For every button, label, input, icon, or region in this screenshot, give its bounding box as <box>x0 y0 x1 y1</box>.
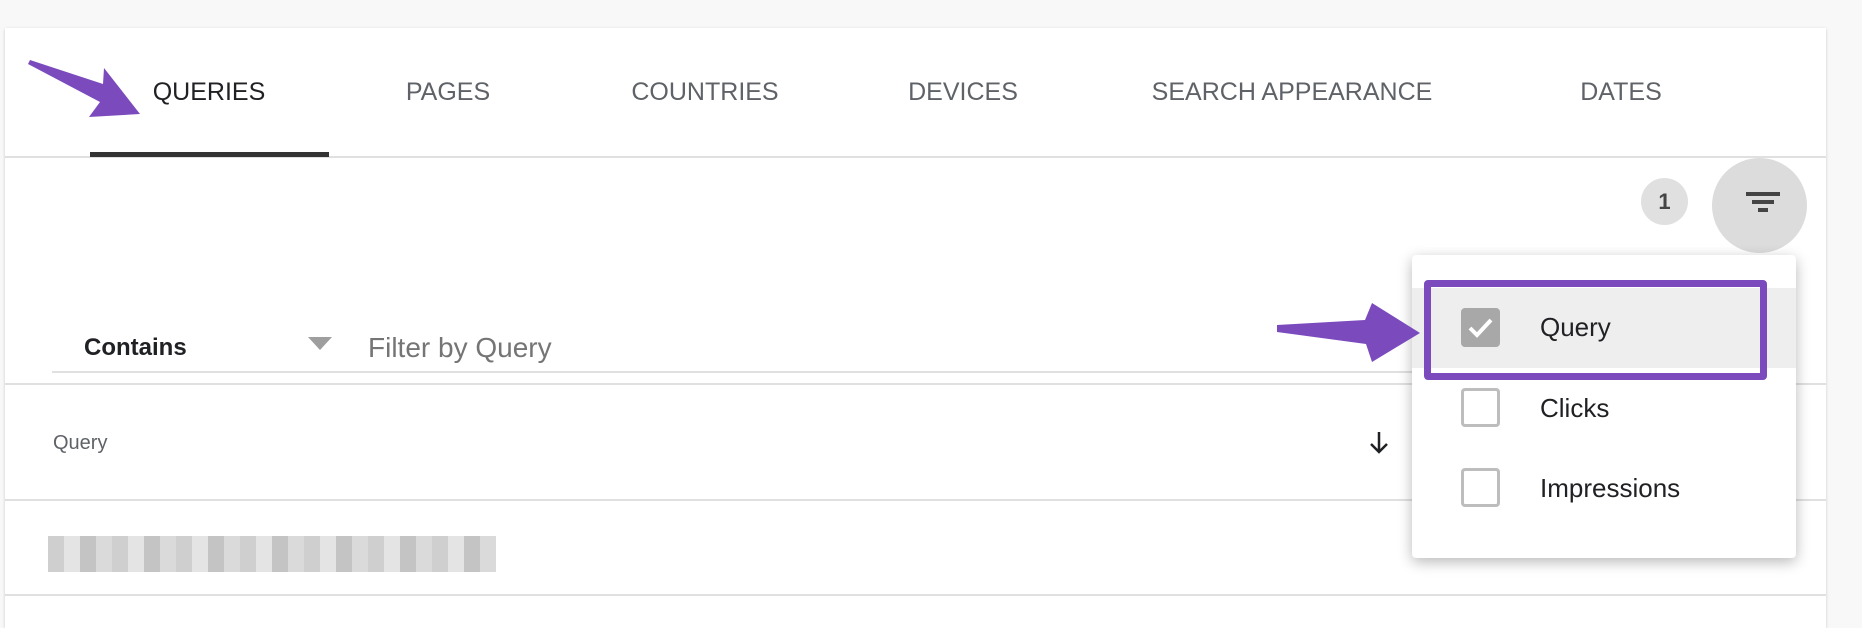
tab-search-appearance[interactable]: SEARCH APPEARANCE <box>1152 78 1433 107</box>
checkbox-clicks[interactable] <box>1461 388 1500 427</box>
arrow-down-icon[interactable] <box>1368 430 1390 456</box>
menu-item-label: Clicks <box>1540 393 1610 423</box>
filter-operator-select[interactable]: Contains <box>84 334 187 362</box>
menu-item-impressions[interactable]: Impressions <box>1412 448 1796 528</box>
active-tab-indicator <box>90 152 329 157</box>
column-header-query[interactable]: Query <box>53 432 107 455</box>
blurred-query-row[interactable] <box>48 536 496 572</box>
tab-devices[interactable]: DEVICES <box>908 78 1018 107</box>
checkbox-impressions[interactable] <box>1461 468 1500 507</box>
tab-dates[interactable]: DATES <box>1580 78 1662 107</box>
annotation-highlight-box <box>1424 280 1767 380</box>
tab-countries[interactable]: COUNTRIES <box>631 78 778 107</box>
filter-underline <box>52 371 1412 373</box>
tab-pages[interactable]: PAGES <box>406 78 490 107</box>
dropdown-arrow-icon[interactable] <box>308 337 332 351</box>
filter-button[interactable] <box>1712 158 1807 253</box>
row-divider <box>5 594 1826 596</box>
filter-query-input[interactable] <box>368 328 1388 368</box>
menu-item-clicks[interactable]: Clicks <box>1412 368 1796 448</box>
filter-list-icon <box>1746 192 1780 212</box>
menu-item-label: Impressions <box>1540 473 1681 503</box>
tab-queries[interactable]: QUERIES <box>153 78 266 107</box>
filter-count-badge: 1 <box>1641 178 1688 225</box>
